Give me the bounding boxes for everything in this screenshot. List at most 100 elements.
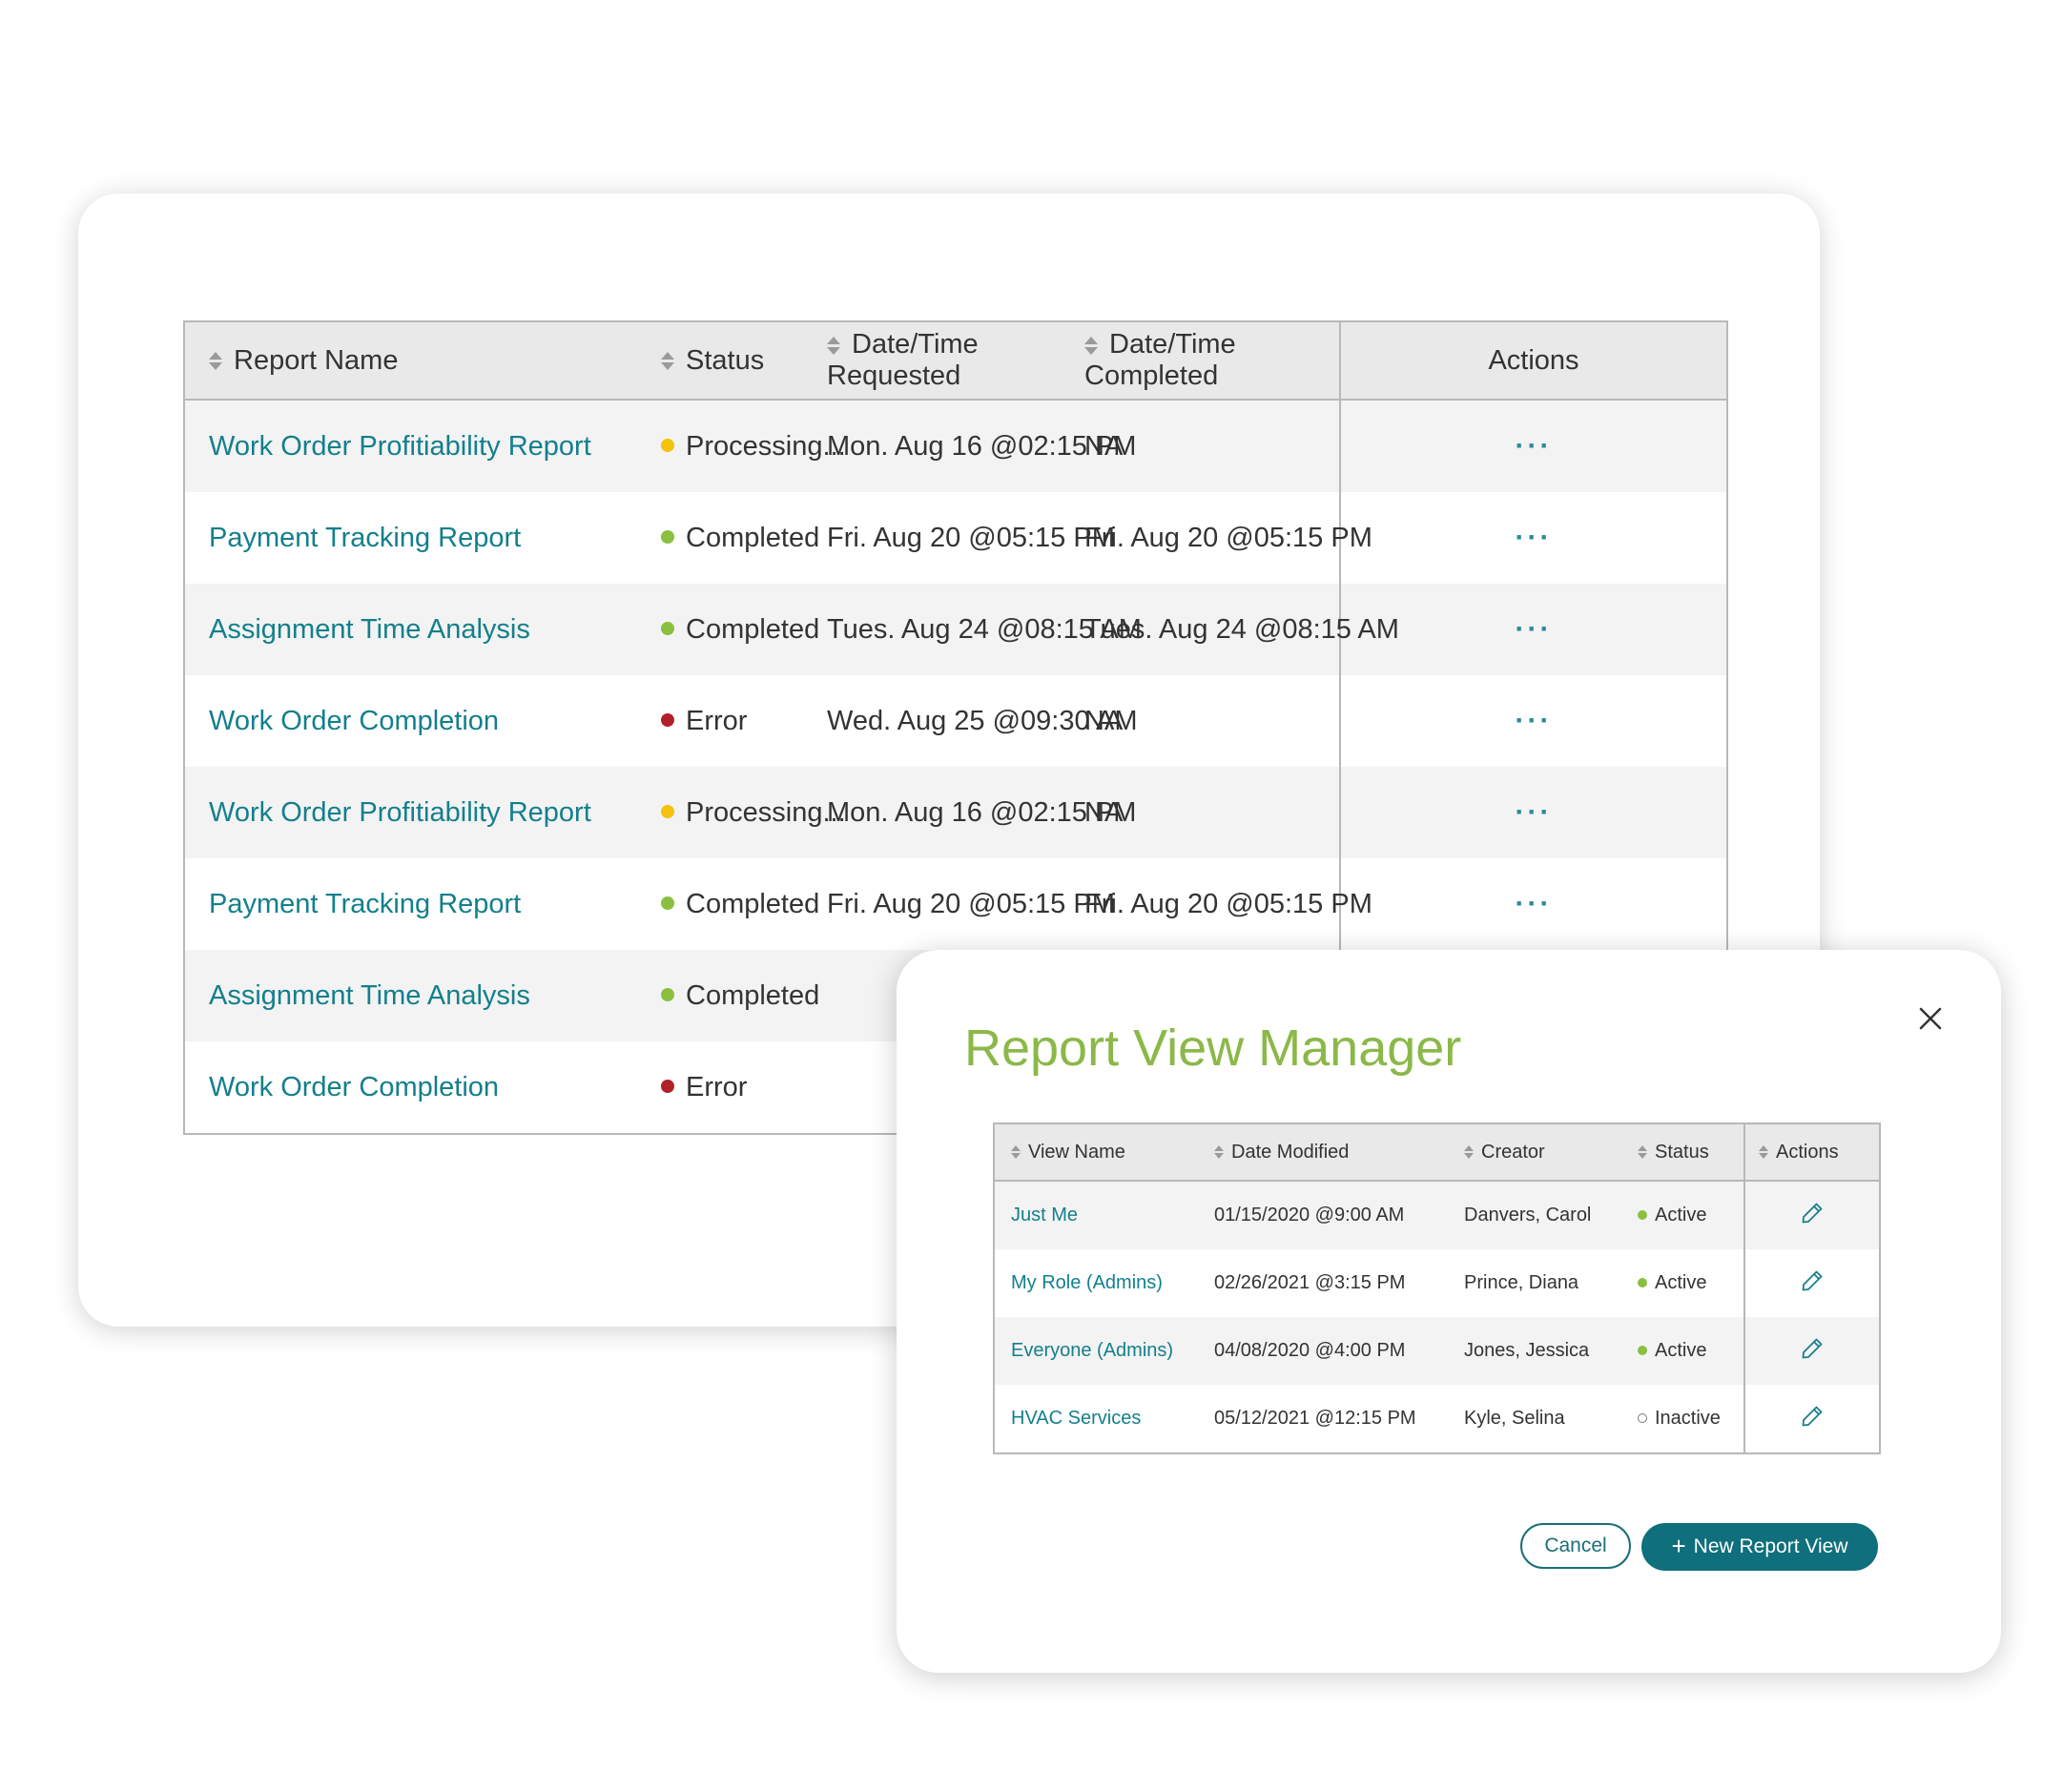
report-name-cell: Payment Tracking Report [184,492,648,584]
report-name-link[interactable]: Work Order Completion [209,706,499,736]
status-text: Active [1655,1340,1707,1361]
new-report-view-button[interactable]: + New Report View [1641,1523,1878,1571]
status-text: Error [686,1071,748,1102]
more-actions-icon[interactable]: ··· [1516,430,1553,462]
status-dot [661,1079,674,1093]
report-row: Work Order Profitiability Report Processi… [184,767,1727,858]
pencil-icon[interactable] [1800,1336,1825,1367]
status-text: Error [686,705,748,736]
plus-icon: + [1671,1531,1686,1560]
column-header-status[interactable]: Status [648,321,817,401]
column-header-date-modified[interactable]: Date Modified [1207,1123,1456,1182]
view-row: HVAC Services 05/12/2021 @12:15 PM Kyle, S… [994,1385,1880,1453]
view-actions-cell [1743,1181,1880,1249]
report-name-link[interactable]: Payment Tracking Report [209,889,521,919]
view-name-link[interactable]: My Role (Admins) [1011,1272,1163,1293]
status-text: Completed [686,522,820,553]
view-name-link[interactable]: Just Me [1011,1205,1078,1226]
creator-cell: Kyle, Selina [1464,1408,1565,1429]
status-dot [1638,1412,1647,1423]
report-name-cell: Assignment Time Analysis [184,950,648,1041]
pencil-icon[interactable] [1800,1268,1825,1299]
sort-icon[interactable] [1011,1145,1021,1160]
view-name-cell: HVAC Services [994,1385,1207,1453]
column-header-report-name[interactable]: Report Name [184,321,648,401]
status-dot [661,621,674,635]
view-status-cell: Active [1630,1181,1744,1249]
modal-title: Report View Manager [964,1020,1462,1077]
sort-icon[interactable] [661,352,674,371]
report-status-cell: Completed [648,492,820,584]
sort-icon[interactable] [827,336,840,355]
more-actions-icon[interactable]: ··· [1516,888,1553,919]
report-row: Assignment Time Analysis Completed Tues. A… [184,584,1727,675]
column-header-view-status[interactable]: Status [1630,1123,1744,1182]
sort-icon[interactable] [1084,336,1098,355]
report-name-link[interactable]: Assignment Time Analysis [209,980,530,1011]
report-status-cell: Completed [648,584,819,675]
status-dot [661,712,674,727]
sort-icon[interactable] [1638,1145,1647,1160]
cancel-button[interactable]: Cancel [1520,1523,1631,1569]
actions-cell: ··· [1339,858,1727,950]
view-name-link[interactable]: HVAC Services [1011,1408,1141,1429]
views-header-row: View Name Date Modified Creator Status A… [994,1123,1880,1182]
report-name-link[interactable]: Work Order Profitiability Report [209,797,591,828]
report-name-link[interactable]: Work Order Completion [209,1072,499,1102]
view-name-link[interactable]: Everyone (Admins) [1011,1340,1173,1361]
report-row: Work Order Profitiability Report Processi… [184,400,1727,492]
status-dot [661,438,674,452]
column-header-view-actions[interactable]: Actions [1743,1123,1880,1182]
date-modified-cell: 02/26/2021 @3:15 PM [1214,1272,1406,1293]
report-name-link[interactable]: Work Order Profitiability Report [209,431,591,462]
status-dot [661,804,674,818]
date-requested-cell: Mon. Aug 16 @02:15 PM [817,400,1136,492]
status-dot [1638,1277,1647,1287]
view-status-cell: Active [1630,1249,1744,1317]
pencil-icon[interactable] [1800,1404,1825,1434]
date-requested-cell: Fri. Aug 20 @05:15 PM [827,888,1115,919]
column-header-view-name[interactable]: View Name [994,1123,1207,1182]
sort-icon[interactable] [1464,1145,1474,1160]
report-name-link[interactable]: Payment Tracking Report [209,523,521,553]
column-header-date-requested[interactable]: Date/Time Requested [817,321,1075,401]
date-completed-cell: NA [1075,767,1340,858]
date-requested-cell: Mon. Aug 16 @02:15 PM [817,767,1136,858]
pencil-icon[interactable] [1800,1201,1825,1231]
creator-cell: Jones, Jessica [1456,1317,1630,1385]
status-dot [1638,1345,1647,1355]
close-icon[interactable] [1915,1003,1946,1034]
column-header-creator[interactable]: Creator [1456,1123,1630,1182]
report-status-cell: Processing... [648,767,846,858]
actions-cell: ··· [1339,675,1727,767]
status-text: Inactive [1655,1408,1721,1429]
column-header-date-completed[interactable]: Date/Time Completed [1075,321,1340,401]
more-actions-icon[interactable]: ··· [1516,796,1553,828]
report-row: Payment Tracking Report Completed Fri. Aug… [184,858,1727,950]
status-dot [661,896,674,910]
more-actions-icon[interactable]: ··· [1516,705,1553,736]
report-name-link[interactable]: Assignment Time Analysis [209,614,530,645]
more-actions-icon[interactable]: ··· [1516,613,1553,645]
sort-icon[interactable] [1759,1145,1768,1160]
report-status-cell: Error [648,675,817,767]
views-table: View Name Date Modified Creator Status A… [993,1123,1881,1454]
status-text: Completed [686,888,820,919]
date-completed-cell: NA [1084,705,1124,736]
report-status-cell: Completed [648,950,819,1041]
view-row: Just Me 01/15/2020 @9:00 AM Danvers, Carol… [994,1181,1880,1249]
date-completed-cell: NA [1075,400,1340,492]
status-dot [661,529,674,544]
column-header-actions: Actions [1339,321,1727,401]
view-row: My Role (Admins) 02/26/2021 @3:15 PM Princ… [994,1249,1880,1317]
date-modified-cell: 04/08/2020 @4:00 PM [1207,1317,1456,1385]
more-actions-icon[interactable]: ··· [1516,522,1553,553]
sort-icon[interactable] [1214,1145,1224,1160]
report-name-cell: Work Order Profitiability Report [184,767,648,858]
report-name-cell: Work Order Profitiability Report [184,400,648,492]
actions-cell: ··· [1339,400,1727,492]
sort-icon[interactable] [209,352,222,371]
date-requested-cell: Fri. Aug 20 @05:15 PM [827,522,1115,553]
report-row: Work Order Completion Error Wed. Aug 25 @0… [184,675,1727,767]
date-requested-cell: Tues. Aug 24 @08:15 AM [817,584,1142,675]
